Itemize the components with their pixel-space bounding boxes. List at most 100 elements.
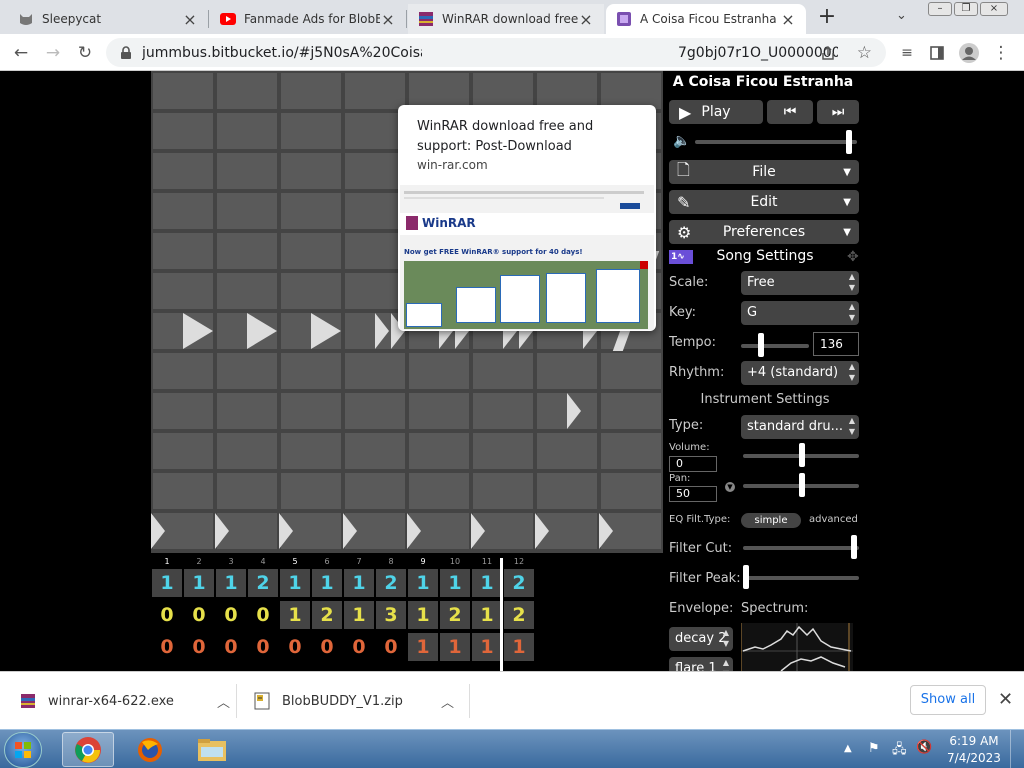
close-tab-icon[interactable]: ×: [780, 10, 796, 29]
action-center-flag-icon[interactable]: ⚑: [868, 741, 880, 756]
eq-advanced-button[interactable]: advanced: [809, 514, 858, 525]
pattern-cell[interactable]: [345, 233, 405, 269]
pattern-cell[interactable]: [217, 153, 277, 189]
track-pattern-cell[interactable]: 1: [472, 633, 502, 661]
pattern-cell[interactable]: [281, 433, 341, 469]
new-tab-button[interactable]: +: [814, 6, 840, 28]
bar-number[interactable]: 11: [471, 557, 503, 566]
envelope-select-2[interactable]: flare 1 ▲▼: [669, 657, 733, 671]
bookmark-star-icon[interactable]: ☆: [857, 43, 872, 63]
tab-sleepycat[interactable]: Sleepycat ×: [8, 4, 208, 34]
track-pattern-cell[interactable]: 1: [216, 569, 246, 597]
move-icon[interactable]: ✥: [847, 249, 859, 265]
track-pattern-cell[interactable]: 1: [152, 569, 182, 597]
clock-date[interactable]: 7/4/2023: [944, 751, 1004, 765]
bar-number[interactable]: 8: [375, 557, 407, 566]
pattern-cell[interactable]: [153, 433, 213, 469]
show-hidden-icons-chevron-icon[interactable]: ▲: [844, 743, 852, 754]
preferences-menu[interactable]: ⚙ Preferences ▼: [669, 220, 859, 244]
filter-cut-knob[interactable]: [850, 535, 857, 559]
pattern-cell[interactable]: [281, 233, 341, 269]
pattern-cell[interactable]: [345, 153, 405, 189]
track-pattern-cell[interactable]: 0: [184, 601, 214, 629]
pattern-cell[interactable]: [281, 393, 341, 429]
tab-winrar[interactable]: WinRAR download free and support ×: [408, 4, 604, 34]
pattern-cell[interactable]: [217, 113, 277, 149]
bar-number[interactable]: 6: [311, 557, 343, 566]
playlist-icon[interactable]: ≡: [894, 40, 920, 66]
restore-button[interactable]: ❐: [954, 2, 978, 16]
pattern-cell[interactable]: [409, 473, 469, 509]
track-pattern-cell[interactable]: 1: [504, 633, 534, 661]
pattern-cell[interactable]: [345, 473, 405, 509]
pattern-cell[interactable]: [601, 473, 661, 509]
pattern-cell[interactable]: [409, 433, 469, 469]
tab-coisa-ficou-estranha[interactable]: A Coisa Ficou Estranha - UltraBox ×: [606, 4, 806, 34]
close-window-button[interactable]: ×: [980, 2, 1008, 16]
pattern-cell[interactable]: [345, 433, 405, 469]
spectrum-editor[interactable]: [741, 623, 853, 671]
bar-number[interactable]: 9: [407, 557, 439, 566]
filter-cut-slider[interactable]: [743, 546, 859, 550]
taskbar-explorer[interactable]: [186, 732, 238, 767]
show-desktop-button[interactable]: [1010, 730, 1024, 768]
track-pattern-cell[interactable]: 0: [216, 633, 246, 661]
pattern-cell[interactable]: [473, 473, 533, 509]
pattern-cell[interactable]: [345, 113, 405, 149]
next-bar-button[interactable]: ⏭: [817, 100, 859, 124]
close-tab-icon[interactable]: ×: [578, 10, 594, 29]
pattern-cell[interactable]: [281, 473, 341, 509]
track-pattern-cell[interactable]: 1: [472, 569, 502, 597]
track-pattern-cell[interactable]: 1: [440, 569, 470, 597]
pattern-cell[interactable]: [345, 193, 405, 229]
song-title[interactable]: A Coisa Ficou Estranha: [663, 74, 863, 90]
instrument-volume-knob[interactable]: [799, 443, 805, 467]
volume-mute-icon[interactable]: 🔇: [916, 740, 932, 755]
bar-number[interactable]: 7: [343, 557, 375, 566]
pan-input[interactable]: 50: [669, 486, 717, 502]
key-select[interactable]: G ▲ ▼: [741, 301, 859, 325]
track-pattern-cell[interactable]: 1: [408, 601, 438, 629]
pattern-cell[interactable]: [537, 433, 597, 469]
file-menu[interactable]: 🗋 File ▼: [669, 160, 859, 184]
pattern-cell[interactable]: [153, 473, 213, 509]
master-volume-slider[interactable]: [695, 140, 857, 144]
instrument-type-select[interactable]: standard dru... ▲ ▼: [741, 415, 859, 439]
pattern-cell[interactable]: [281, 113, 341, 149]
bar-number[interactable]: 10: [439, 557, 471, 566]
taskbar-firefox[interactable]: [124, 732, 176, 767]
pattern-cell[interactable]: [217, 233, 277, 269]
track-pattern-cell[interactable]: 2: [248, 569, 278, 597]
pattern-cell[interactable]: [281, 353, 341, 389]
side-panel-icon[interactable]: [924, 40, 950, 66]
tempo-input[interactable]: 136: [813, 332, 859, 356]
pattern-cell[interactable]: [345, 393, 405, 429]
pattern-cell[interactable]: [473, 433, 533, 469]
pattern-cell[interactable]: [473, 73, 533, 109]
pattern-cell[interactable]: [601, 73, 661, 109]
network-icon[interactable]: 🖧: [892, 740, 907, 762]
track-pattern-cell[interactable]: 2: [376, 569, 406, 597]
bar-number[interactable]: 5: [279, 557, 311, 566]
track-pattern-cell[interactable]: 0: [376, 633, 406, 661]
pattern-cell[interactable]: [345, 353, 405, 389]
track-pattern-cell[interactable]: 0: [248, 633, 278, 661]
pattern-cell[interactable]: [537, 73, 597, 109]
pattern-cell[interactable]: [217, 473, 277, 509]
track-pattern-cell[interactable]: 1: [184, 569, 214, 597]
playhead[interactable]: [500, 558, 503, 671]
track-pattern-cell[interactable]: 3: [376, 601, 406, 629]
tab-search-chevron-icon[interactable]: ⌄: [896, 8, 907, 23]
bar-number[interactable]: 12: [503, 557, 535, 566]
track-pattern-cell[interactable]: 1: [440, 633, 470, 661]
pattern-cell[interactable]: [281, 73, 341, 109]
bar-number[interactable]: 4: [247, 557, 279, 566]
envelope-select-1[interactable]: decay 2 ▲ ▼: [669, 627, 733, 651]
track-pattern-cell[interactable]: 1: [408, 633, 438, 661]
pattern-cell[interactable]: [153, 273, 213, 309]
track-pattern-cell[interactable]: 0: [312, 633, 342, 661]
tempo-slider[interactable]: [741, 344, 809, 348]
track-pattern-cell[interactable]: 1: [312, 569, 342, 597]
bar-number[interactable]: 1: [151, 557, 183, 566]
pattern-cell[interactable]: [409, 73, 469, 109]
